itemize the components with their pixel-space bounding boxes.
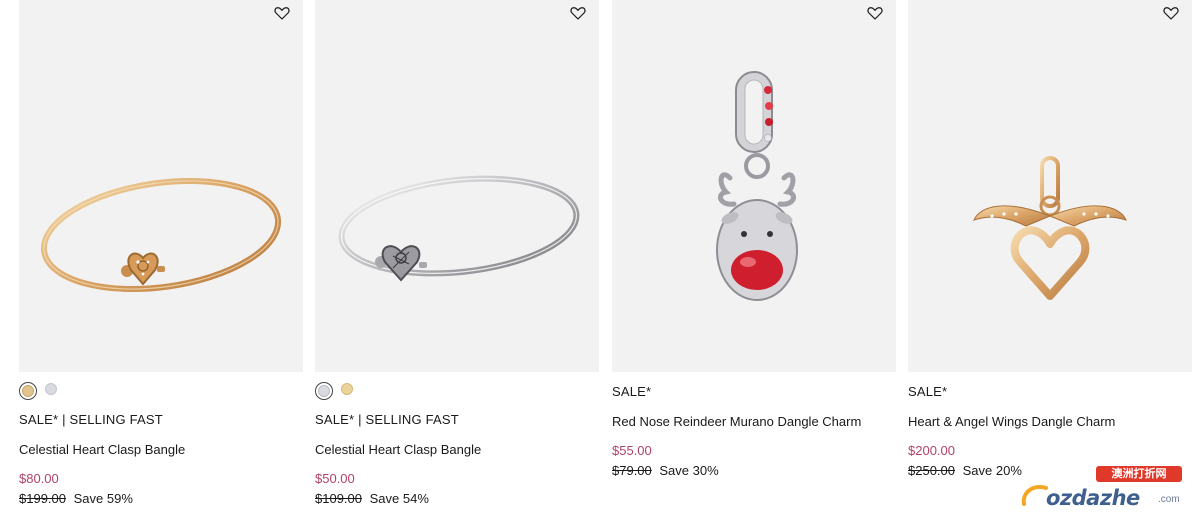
original-price: $199.00: [19, 491, 66, 506]
product-name-link[interactable]: Red Nose Reindeer Murano Dangle Charm: [612, 414, 861, 429]
product-name-link[interactable]: Celestial Heart Clasp Bangle: [315, 442, 481, 457]
sale-price: $80.00: [19, 471, 59, 486]
product-image[interactable]: [315, 0, 599, 372]
product-card[interactable]: SALE* | SELLING FAST Celestial Heart Cla…: [315, 0, 599, 522]
product-image[interactable]: [19, 0, 303, 372]
wishlist-heart-icon[interactable]: [273, 4, 291, 22]
swatch-gold[interactable]: [19, 382, 37, 400]
sale-price: $50.00: [315, 471, 355, 486]
original-price: $109.00: [315, 491, 362, 506]
wishlist-heart-icon[interactable]: [866, 4, 884, 22]
wishlist-heart-icon[interactable]: [1162, 4, 1180, 22]
swatch-gold[interactable]: [341, 383, 357, 399]
original-price: $250.00: [908, 463, 955, 478]
reindeer-charm-image: [716, 71, 798, 301]
swatch-silver[interactable]: [315, 382, 333, 400]
watermark-badge: 澳洲打折网: [1096, 466, 1182, 482]
status-badge: SALE*: [612, 384, 652, 399]
color-swatches: [315, 382, 357, 400]
product-name-link[interactable]: Heart & Angel Wings Dangle Charm: [908, 414, 1115, 429]
product-card[interactable]: SALE* Red Nose Reindeer Murano Dangle Ch…: [612, 0, 896, 522]
original-price-row: $109.00 Save 54%: [315, 491, 429, 506]
silver-bangle-image: [338, 175, 580, 282]
status-badge: SALE* | SELLING FAST: [19, 412, 163, 427]
product-card[interactable]: SALE* | SELLING FAST Celestial Heart Cla…: [19, 0, 303, 522]
angel-heart-charm-image: [973, 156, 1127, 300]
savings-text: Save 30%: [659, 463, 719, 478]
savings-text: Save 54%: [369, 491, 429, 506]
wishlist-heart-icon[interactable]: [569, 4, 587, 22]
product-image[interactable]: [612, 0, 896, 372]
original-price-row: $250.00 Save 20%: [908, 463, 1022, 478]
product-grid: SALE* | SELLING FAST Celestial Heart Cla…: [19, 0, 1204, 522]
color-swatches: [19, 382, 61, 400]
savings-text: Save 59%: [73, 491, 133, 506]
status-badge: SALE*: [908, 384, 948, 399]
status-badge: SALE* | SELLING FAST: [315, 412, 459, 427]
watermark-logo: 澳洲打折网 ozdazhe .com: [1018, 466, 1186, 518]
sale-price: $55.00: [612, 443, 652, 458]
product-name-link[interactable]: Celestial Heart Clasp Bangle: [19, 442, 185, 457]
product-image[interactable]: [908, 0, 1192, 372]
original-price: $79.00: [612, 463, 652, 478]
original-price-row: $199.00 Save 59%: [19, 491, 133, 506]
gold-bangle-image: [40, 177, 282, 293]
original-price-row: $79.00 Save 30%: [612, 463, 719, 478]
sale-price: $200.00: [908, 443, 955, 458]
savings-text: Save 20%: [962, 463, 1022, 478]
watermark-text: ozdazhe: [1046, 486, 1140, 510]
swatch-silver[interactable]: [45, 383, 61, 399]
watermark-suffix: .com: [1158, 494, 1180, 505]
product-card[interactable]: SALE* Heart & Angel Wings Dangle Charm $…: [908, 0, 1192, 522]
